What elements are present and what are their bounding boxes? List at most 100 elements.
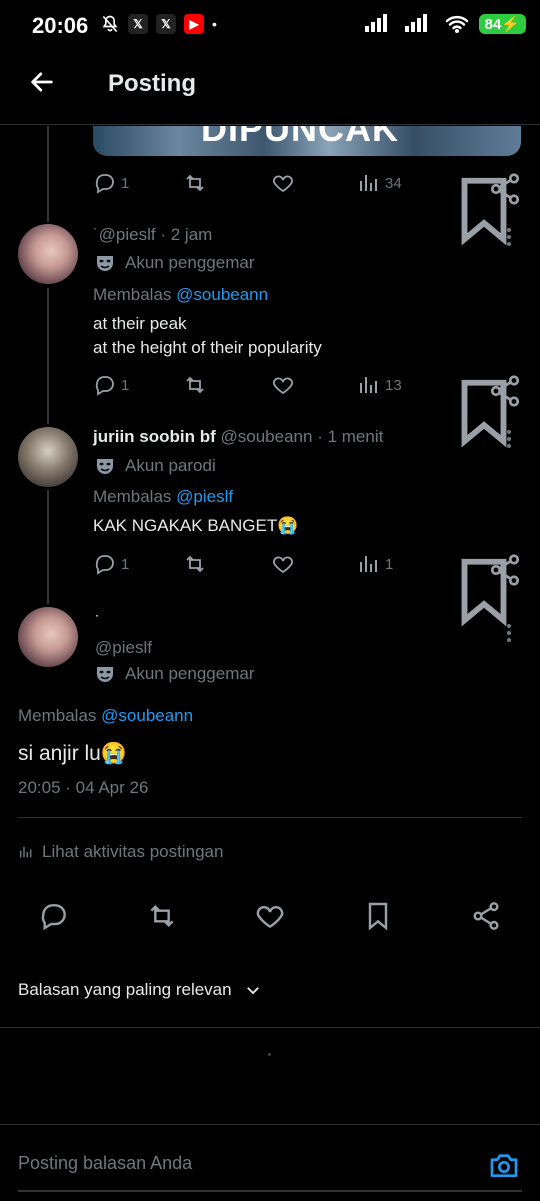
share-icon[interactable] [487,552,523,588]
repost-button[interactable] [183,171,207,195]
user-handle[interactable]: @pieslf [99,225,156,244]
unnamed-display-name-mark: ˙ [95,612,101,631]
reply-count: 1 [121,174,130,192]
battery-indicator: 84⚡ [478,14,526,34]
reply-button[interactable]: 1 [93,373,129,397]
reply-header: ˙@pieslf · 2 jam [93,225,212,245]
like-button[interactable] [271,171,295,195]
more-options-icon[interactable] [506,429,512,449]
dot-icon: • [212,16,217,32]
avatar[interactable] [18,607,78,667]
replying-to: Membalas @pieslf [93,487,233,507]
repost-button[interactable] [183,373,207,397]
media-overlay-text: DIPUNCAK [201,126,400,149]
reply-count: 1 [121,555,130,573]
mention-link[interactable]: @soubeann [101,706,193,725]
reply-icon [95,376,114,396]
heart-icon [273,377,293,395]
reply-text: KAK NGAKAK BANGET😭 [93,516,299,535]
status-app-icons: 𝕏 𝕏 ▶ • [100,14,217,34]
share-icon[interactable] [470,900,502,932]
mask-icon [97,459,113,474]
mask-icon [97,256,113,271]
heart-icon[interactable] [254,900,286,932]
camera-icon[interactable] [488,1149,520,1181]
divider [0,1027,540,1028]
post-text: si anjir lu😭 [18,742,128,765]
like-button[interactable] [271,373,295,397]
avatar[interactable] [18,224,78,284]
user-handle[interactable]: @pieslf [95,638,152,658]
display-name[interactable]: juriin soobin bf [93,427,216,446]
reply-button[interactable]: 1 [93,171,129,195]
back-arrow-icon[interactable] [28,68,56,96]
badge-label: Akun penggemar [125,664,255,683]
youtube-icon: ▶ [184,14,204,34]
repost-icon [186,376,204,394]
reply-count: 1 [121,376,130,394]
reply-header: juriin soobin bf @soubeann · 1 menit [93,427,383,447]
analytics-icon [19,846,32,858]
mention-link[interactable]: @pieslf [176,487,233,506]
sort-label: Balasan yang paling relevan [18,980,232,999]
thread-line [47,126,49,222]
mask-icon [97,667,113,682]
share-icon[interactable] [487,171,523,207]
reply-text-line: at the height of their popularity [93,338,322,357]
mute-icon [102,15,118,33]
post-time: · 2 jam [160,225,213,244]
views-count: 34 [385,174,402,192]
replying-label: Membalas [93,487,172,506]
heart-icon [273,175,293,193]
reply-button[interactable]: 1 [93,552,129,576]
composer-underline [18,1190,522,1192]
chevron-down-icon [246,987,259,995]
views-button[interactable]: 34 [357,171,402,195]
status-time: 20:06 [32,13,89,38]
post-media-image[interactable]: DIPUNCAK [93,126,521,156]
top-bar: Posting [0,58,540,125]
status-right: 84⚡ [364,14,526,34]
reply-icon [95,555,114,575]
replying-label: Membalas [93,285,172,304]
x-icon: 𝕏 [128,14,148,34]
views-button[interactable]: 13 [357,373,402,397]
views-count: 1 [385,555,394,573]
wifi-icon [445,16,468,33]
badge-label: Akun parodi [125,456,216,475]
reply-icon[interactable] [38,900,70,932]
reply-placeholder[interactable]: Posting balasan Anda [18,1153,192,1174]
status-bar: 20:06 𝕏 𝕏 ▶ • 84⚡ [0,0,540,50]
more-options-icon[interactable] [506,623,512,643]
mention-link[interactable]: @soubeann [176,285,268,304]
post-actions: 1 34 [93,171,523,246]
reply-sort-dropdown[interactable]: Balasan yang paling relevan [18,980,262,1000]
user-handle[interactable]: @soubeann [221,427,313,446]
page-title: Posting [108,70,196,97]
views-icon [360,377,377,393]
replying-to: Membalas @soubeann [93,285,268,305]
avatar[interactable] [18,427,78,487]
views-button[interactable]: 1 [357,552,393,576]
reply-text: at their peak at the height of their pop… [93,312,322,360]
account-badge: Akun penggemar [95,253,254,273]
post-activity-link[interactable]: Lihat aktivitas postingan [18,842,223,862]
views-count: 13 [385,376,402,394]
x-icon: 𝕏 [156,14,176,34]
repost-icon [186,174,204,192]
repost-icon[interactable] [146,900,178,932]
bookmark-icon[interactable] [362,900,394,932]
views-icon [360,175,377,191]
divider [18,817,522,818]
share-icon[interactable] [487,373,523,409]
post-time: · 1 menit [317,427,384,446]
more-options-icon[interactable] [506,227,512,247]
repost-button[interactable] [183,552,207,576]
account-badge: Akun parodi [95,456,216,476]
activity-label: Lihat aktivitas postingan [42,842,224,861]
heart-icon [273,556,293,574]
post-actions: 1 13 [93,373,523,448]
like-button[interactable] [271,552,295,576]
reply-text-line: at their peak [93,314,187,333]
replying-label: Membalas [18,706,97,725]
